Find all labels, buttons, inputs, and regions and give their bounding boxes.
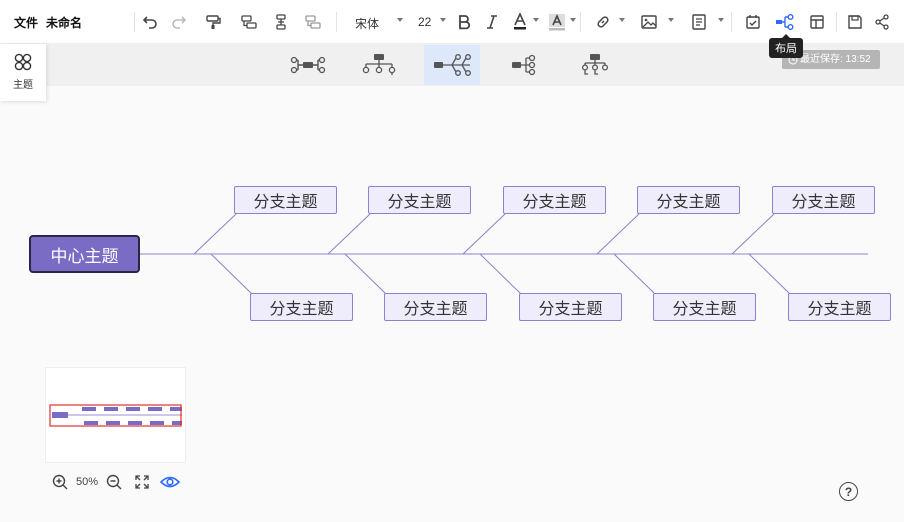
branch-topic[interactable]: 分支主题 [772, 186, 875, 214]
undo-icon[interactable] [138, 10, 162, 34]
insert-sibling-icon[interactable] [237, 10, 261, 34]
file-menu[interactable]: 文件 [14, 14, 38, 31]
save-icon[interactable] [843, 10, 867, 34]
chevron-down-icon[interactable] [440, 18, 446, 22]
font-color-icon[interactable] [508, 10, 532, 34]
branch-topic[interactable]: 分支主题 [234, 186, 337, 214]
zoom-in-icon[interactable] [50, 472, 70, 492]
layout-tooltip: 布局 [769, 34, 803, 58]
layout-fishbone-option[interactable] [424, 45, 480, 85]
separator [336, 12, 337, 32]
zoom-level: 50% [76, 476, 99, 488]
branch-topic[interactable]: 分支主题 [519, 293, 622, 321]
italic-icon[interactable] [480, 10, 504, 34]
chevron-down-icon[interactable] [570, 18, 576, 22]
minimap-preview [49, 404, 182, 427]
help-icon[interactable]: ? [839, 482, 858, 501]
chevron-down-icon[interactable] [668, 18, 674, 22]
branch-topic[interactable]: 分支主题 [788, 293, 891, 321]
zoom-out-icon[interactable] [104, 472, 124, 492]
task-icon[interactable] [741, 10, 765, 34]
layout-tree-option[interactable] [567, 45, 623, 85]
format-painter-icon[interactable] [201, 10, 225, 34]
separator [580, 12, 581, 32]
branch-topic[interactable]: 分支主题 [250, 293, 353, 321]
font-size-select[interactable]: 22 [418, 15, 431, 29]
image-icon[interactable] [637, 10, 661, 34]
zoom-controls: 50% [50, 472, 181, 492]
layout-logic-bilateral-option[interactable] [280, 45, 336, 85]
redo-icon[interactable] [167, 10, 191, 34]
branch-topic[interactable]: 分支主题 [653, 293, 756, 321]
separator [731, 12, 732, 32]
toolbar: 文件 未命名 宋体 22 [0, 0, 904, 44]
fit-screen-icon[interactable] [132, 472, 152, 492]
layout-logic-right-option[interactable] [496, 45, 552, 85]
branch-topic[interactable]: 分支主题 [637, 186, 740, 214]
document-title[interactable]: 未命名 [46, 14, 82, 31]
chevron-down-icon[interactable] [619, 18, 625, 22]
structure-icon[interactable] [805, 10, 829, 34]
insert-parent-icon[interactable] [301, 10, 325, 34]
separator [836, 12, 837, 32]
branch-topic[interactable]: 分支主题 [368, 186, 471, 214]
chevron-down-icon[interactable] [533, 18, 539, 22]
separator [134, 12, 135, 32]
theme-icon [14, 53, 32, 71]
link-icon[interactable] [591, 10, 615, 34]
last-saved-text: 最近保存: 13:52 [800, 54, 871, 65]
eye-icon[interactable] [160, 472, 181, 492]
central-topic[interactable]: 中心主题 [29, 235, 140, 273]
note-icon[interactable] [687, 10, 711, 34]
share-icon[interactable] [870, 10, 894, 34]
highlight-color-icon[interactable] [545, 10, 569, 34]
minimap[interactable] [45, 367, 186, 463]
branch-topic[interactable]: 分支主题 [384, 293, 487, 321]
bold-icon[interactable] [452, 10, 476, 34]
chevron-down-icon[interactable] [397, 18, 403, 22]
branch-topic[interactable]: 分支主题 [503, 186, 606, 214]
layout-org-chart-option[interactable] [351, 45, 407, 85]
insert-child-icon[interactable] [269, 10, 293, 34]
font-family-select[interactable]: 宋体 [355, 15, 379, 32]
chevron-down-icon[interactable] [718, 18, 724, 22]
layout-icon[interactable] [773, 10, 797, 34]
